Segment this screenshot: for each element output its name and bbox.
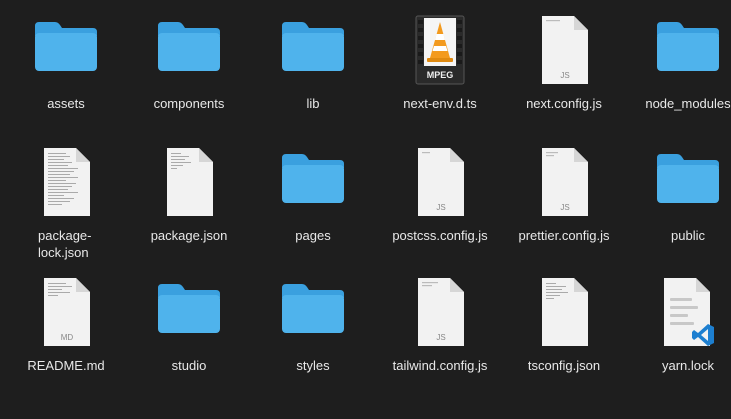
js-file-icon: JS xyxy=(502,14,626,88)
file-label: postcss.config.js xyxy=(392,228,488,243)
text-file-icon xyxy=(127,146,251,220)
folder-icon xyxy=(251,18,375,92)
js-file-icon: JS xyxy=(378,146,502,220)
file-item-node-modules[interactable]: node_modules xyxy=(626,0,731,130)
folder-icon xyxy=(127,18,251,92)
file-item-tsconfig[interactable]: tsconfig.json xyxy=(502,262,626,392)
folder-icon xyxy=(626,150,731,224)
file-label: package.json xyxy=(150,228,228,243)
js-file-icon: JS xyxy=(378,276,502,350)
file-label: README.md xyxy=(27,358,105,373)
file-label: components xyxy=(153,96,225,111)
file-label: styles xyxy=(296,358,330,373)
js-badge: JS xyxy=(436,333,445,342)
file-item-studio[interactable]: studio xyxy=(127,262,251,392)
file-label: next-env.d.ts xyxy=(403,96,477,111)
file-label: pages xyxy=(295,228,331,243)
file-item-lib[interactable]: lib xyxy=(251,0,375,130)
file-item-styles[interactable]: styles xyxy=(251,262,375,392)
file-item-package-json[interactable]: package.json xyxy=(127,132,251,262)
file-label: tsconfig.json xyxy=(527,358,601,373)
vscode-file-icon xyxy=(626,276,731,350)
md-badge: MD xyxy=(61,333,74,342)
vlc-mpeg-icon: MPEG xyxy=(378,14,502,88)
file-item-postcss-config[interactable]: JS postcss.config.js xyxy=(378,132,502,262)
file-label: public xyxy=(671,228,705,243)
js-badge: JS xyxy=(436,203,445,212)
file-item-prettier-config[interactable]: JS prettier.config.js xyxy=(502,132,626,262)
folder-icon xyxy=(251,280,375,354)
text-file-icon xyxy=(502,276,626,350)
file-item-assets[interactable]: assets xyxy=(4,0,128,130)
file-item-readme[interactable]: MD README.md xyxy=(4,262,128,392)
md-file-icon: MD xyxy=(4,276,128,350)
file-item-package-lock[interactable]: package-lock.json xyxy=(4,132,128,262)
finder-icon-grid: assets components lib MPEG next-env.d.ts… xyxy=(0,0,731,419)
file-label: assets xyxy=(47,96,85,111)
file-label: yarn.lock xyxy=(661,358,715,373)
file-label: lib xyxy=(306,96,320,111)
folder-icon xyxy=(626,18,731,92)
file-item-pages[interactable]: pages xyxy=(251,132,375,262)
file-label: tailwind.config.js xyxy=(392,358,488,373)
mpeg-badge: MPEG xyxy=(427,70,454,80)
folder-icon xyxy=(251,150,375,224)
file-item-yarn-lock[interactable]: yarn.lock xyxy=(626,262,731,392)
folder-icon xyxy=(127,280,251,354)
folder-icon xyxy=(4,18,128,92)
file-item-tailwind-config[interactable]: JS tailwind.config.js xyxy=(378,262,502,392)
text-file-icon xyxy=(4,146,128,220)
file-item-components[interactable]: components xyxy=(127,0,251,130)
file-label: studio xyxy=(171,358,207,373)
file-item-next-env[interactable]: MPEG next-env.d.ts xyxy=(378,0,502,130)
js-badge: JS xyxy=(560,71,569,80)
file-label: next.config.js xyxy=(526,96,602,111)
js-file-icon: JS xyxy=(502,146,626,220)
js-badge: JS xyxy=(560,203,569,212)
file-label: node_modules xyxy=(645,96,731,111)
file-label: prettier.config.js xyxy=(518,228,610,243)
file-item-public[interactable]: public xyxy=(626,132,731,262)
file-label: package-lock.json xyxy=(38,228,92,260)
file-item-next-config[interactable]: JS next.config.js xyxy=(502,0,626,130)
